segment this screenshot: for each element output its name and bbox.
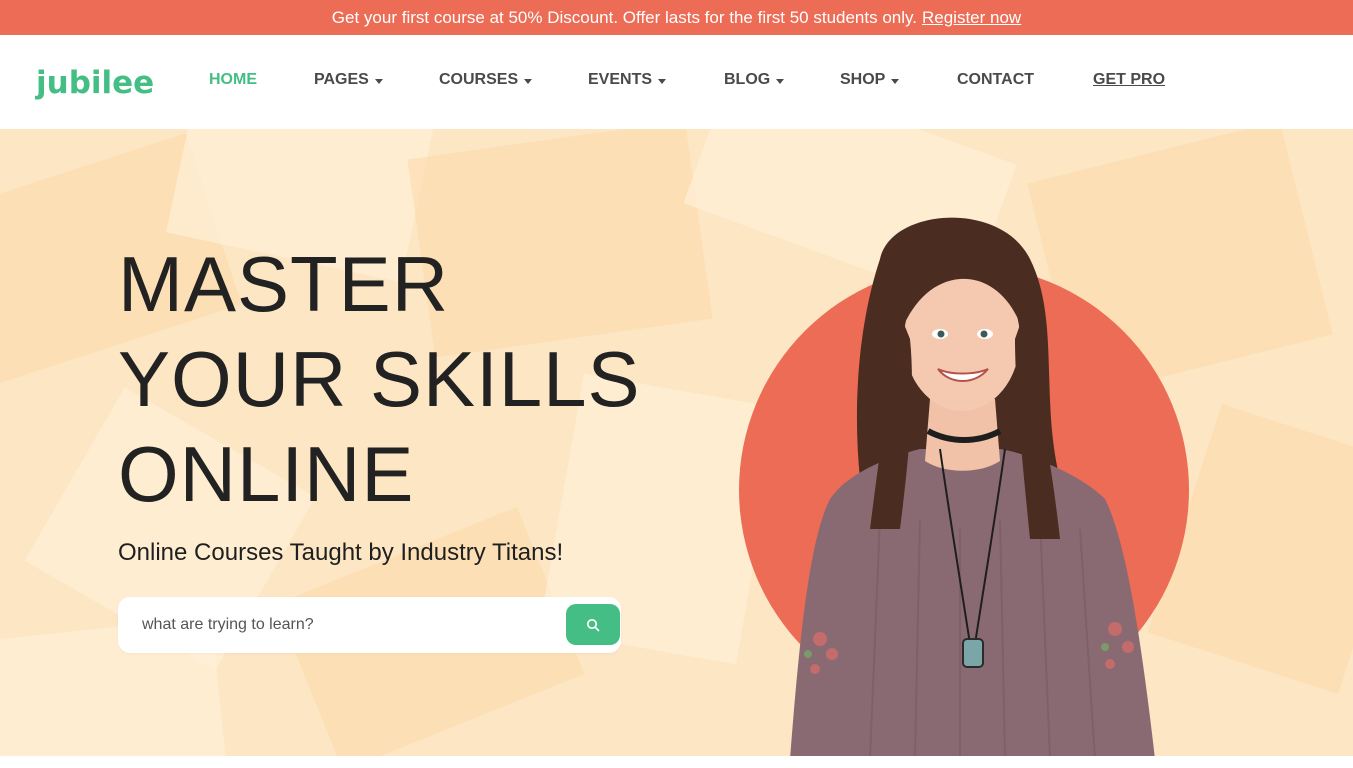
caret-down-icon [658, 78, 667, 84]
nav-item-courses[interactable]: COURSES [439, 71, 533, 89]
hero-section: MASTER YOUR SKILLS ONLINE Online Courses… [0, 129, 1353, 756]
nav-item-shop[interactable]: SHOP [840, 71, 900, 89]
nav-item-label: CONTACT [957, 71, 1035, 88]
register-now-link[interactable]: Register now [922, 8, 1021, 28]
caret-down-icon [374, 78, 383, 84]
nav-item-label: HOME [209, 71, 257, 88]
caret-down-icon [891, 78, 900, 84]
nav-item-label: GET PRO [1093, 71, 1166, 88]
caret-down-icon [524, 78, 533, 84]
nav-item-contact[interactable]: CONTACT [957, 71, 1034, 89]
nav-item-label: PAGES [314, 71, 369, 88]
search-button[interactable] [566, 604, 620, 645]
promo-banner: Get your first course at 50% Discount. O… [0, 0, 1353, 35]
course-search-input[interactable] [118, 597, 621, 653]
nav-item-home[interactable]: HOME [209, 71, 257, 89]
nav-item-label: BLOG [724, 71, 771, 88]
hero-headline: MASTER YOUR SKILLS ONLINE [118, 237, 678, 522]
nav-item-get-pro[interactable]: GET PRO [1093, 71, 1165, 89]
headline-line: MASTER [118, 240, 450, 328]
nav-item-pages[interactable]: PAGES [314, 71, 383, 89]
search-icon [586, 618, 600, 631]
hero-portrait-image [790, 217, 1155, 756]
nav-item-label: COURSES [439, 71, 519, 88]
caret-down-icon [776, 78, 785, 84]
site-header: jubilee HOME PAGES COURSES EVENTS BLOG S… [0, 35, 1353, 129]
nav-item-blog[interactable]: BLOG [724, 71, 785, 89]
nav-item-label: SHOP [840, 71, 886, 88]
nav-item-events[interactable]: EVENTS [588, 71, 667, 89]
main-nav: HOME PAGES COURSES EVENTS BLOG SHOP CONT… [0, 35, 1353, 129]
hero-subheadline: Online Courses Taught by Industry Titans… [118, 539, 564, 566]
headline-line: ONLINE [118, 430, 415, 518]
course-search-bar [118, 597, 621, 653]
headline-line: YOUR SKILLS [118, 335, 641, 423]
page-bottom-strip [0, 756, 1353, 768]
nav-item-label: EVENTS [588, 71, 653, 88]
promo-text: Get your first course at 50% Discount. O… [331, 7, 917, 27]
